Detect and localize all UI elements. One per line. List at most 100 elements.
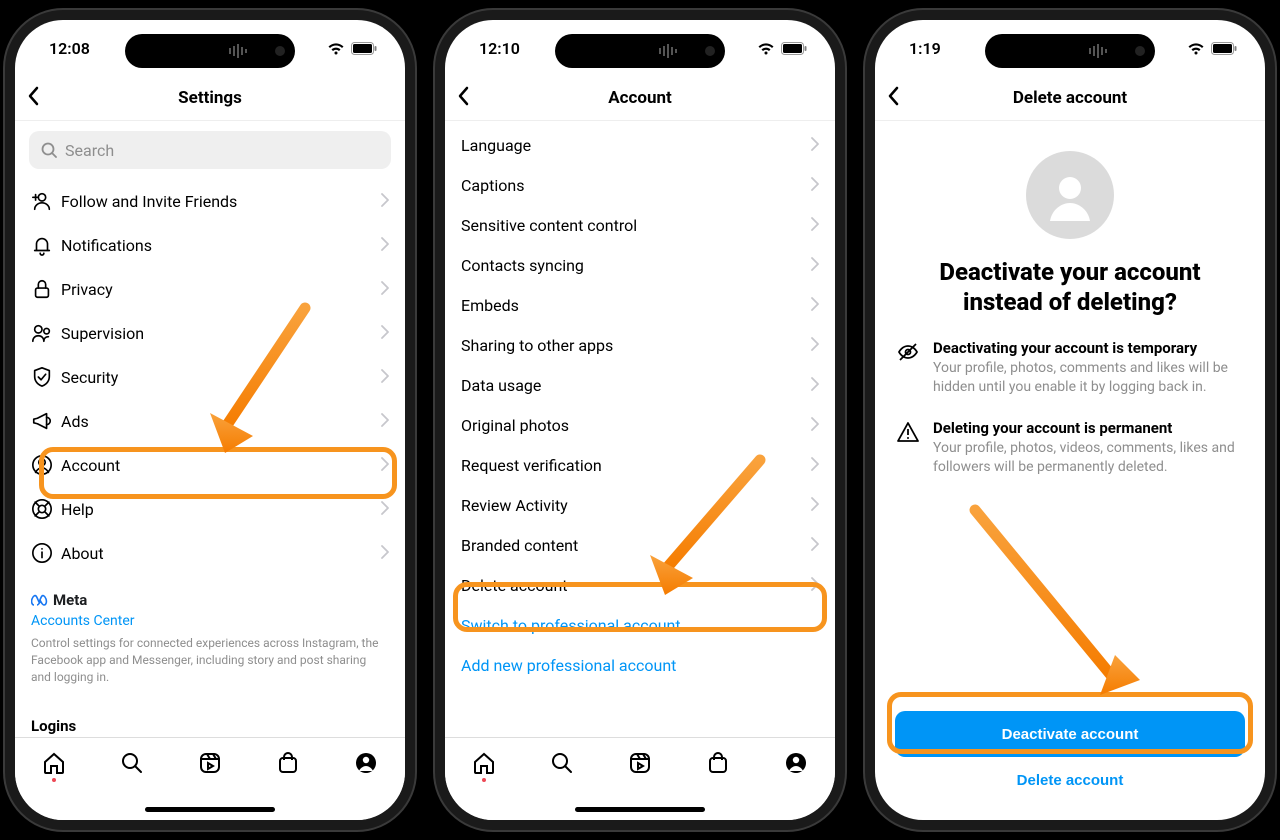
chevron-right-icon: [811, 455, 819, 476]
meta-description: Control settings for connected experienc…: [31, 635, 389, 685]
dynamic-island: [555, 34, 725, 68]
page-title: Delete account: [1013, 88, 1127, 108]
tab-reels[interactable]: [627, 750, 653, 776]
account-row-delete-account[interactable]: Delete account: [445, 565, 835, 605]
tab-home[interactable]: [471, 750, 497, 776]
tab-reels[interactable]: [197, 750, 223, 776]
settings-row-privacy[interactable]: Privacy: [15, 267, 405, 311]
settings-row-security[interactable]: Security: [15, 355, 405, 399]
account-row-original-photos[interactable]: Original photos: [445, 405, 835, 445]
info-permanent: Deleting your account is permanent Your …: [897, 419, 1243, 477]
back-button[interactable]: [27, 85, 39, 111]
shield-icon: [31, 366, 61, 388]
info-icon: [31, 542, 61, 564]
accounts-center-link[interactable]: Accounts Center: [31, 613, 389, 629]
settings-row-about[interactable]: About: [15, 531, 405, 575]
phone-settings: 12:08 Settings Search Follow and Invite …: [15, 20, 405, 820]
clock: 1:19: [909, 39, 941, 58]
nav-header: Delete account: [875, 76, 1265, 121]
tab-search[interactable]: [549, 750, 575, 776]
chevron-right-icon: [381, 455, 389, 476]
back-button[interactable]: [887, 85, 899, 111]
chevron-right-icon: [381, 411, 389, 432]
tab-profile[interactable]: [783, 750, 809, 776]
nav-header: Account: [445, 76, 835, 121]
page-title: Account: [608, 88, 672, 108]
megaphone-icon: [31, 410, 61, 432]
tab-shop[interactable]: [705, 750, 731, 776]
chevron-right-icon: [381, 543, 389, 564]
tab-search[interactable]: [119, 750, 145, 776]
chevron-right-icon: [811, 335, 819, 356]
phone-account: 12:10 Account LanguageCaptionsSensitive …: [445, 20, 835, 820]
switch-professional-link[interactable]: Switch to professional account: [445, 605, 835, 645]
account-row-data-usage[interactable]: Data usage: [445, 365, 835, 405]
home-indicator: [145, 807, 275, 812]
chevron-right-icon: [381, 279, 389, 300]
page-title: Settings: [178, 88, 242, 108]
settings-row-ads[interactable]: Ads: [15, 399, 405, 443]
wifi-icon: [1187, 42, 1205, 55]
account-row-embeds[interactable]: Embeds: [445, 285, 835, 325]
settings-row-follow-and-invite-friends[interactable]: Follow and Invite Friends: [15, 179, 405, 223]
chevron-right-icon: [811, 375, 819, 396]
account-row-language[interactable]: Language: [445, 125, 835, 165]
warning-icon: [897, 421, 919, 477]
chevron-right-icon: [811, 575, 819, 596]
deactivate-button[interactable]: Deactivate account: [895, 711, 1245, 757]
chevron-right-icon: [381, 367, 389, 388]
headline: Deactivate your account instead of delet…: [897, 257, 1243, 317]
chevron-right-icon: [811, 175, 819, 196]
clock: 12:08: [49, 39, 90, 58]
user-plus-icon: [31, 190, 61, 212]
account-row-review-activity[interactable]: Review Activity: [445, 485, 835, 525]
user-circle-icon: [31, 454, 61, 476]
dynamic-island: [985, 34, 1155, 68]
users-icon: [31, 322, 61, 344]
tab-shop[interactable]: [275, 750, 301, 776]
lifebuoy-icon: [31, 498, 61, 520]
wifi-icon: [757, 42, 775, 55]
chevron-right-icon: [811, 255, 819, 276]
account-row-contacts-syncing[interactable]: Contacts syncing: [445, 245, 835, 285]
tab-profile[interactable]: [353, 750, 379, 776]
account-row-request-verification[interactable]: Request verification: [445, 445, 835, 485]
chevron-right-icon: [381, 191, 389, 212]
chevron-right-icon: [811, 295, 819, 316]
settings-row-account[interactable]: Account: [15, 443, 405, 487]
dynamic-island: [125, 34, 295, 68]
account-row-captions[interactable]: Captions: [445, 165, 835, 205]
wifi-icon: [327, 42, 345, 55]
nav-header: Settings: [15, 76, 405, 121]
settings-row-notifications[interactable]: Notifications: [15, 223, 405, 267]
meta-logo: Meta: [31, 591, 389, 609]
eye-off-icon: [897, 341, 919, 397]
battery-icon: [781, 42, 807, 55]
search-placeholder: Search: [65, 141, 114, 160]
account-row-branded-content[interactable]: Branded content: [445, 525, 835, 565]
battery-icon: [351, 42, 377, 55]
account-row-sensitive-content-control[interactable]: Sensitive content control: [445, 205, 835, 245]
account-row-sharing-to-other-apps[interactable]: Sharing to other apps: [445, 325, 835, 365]
chevron-right-icon: [811, 415, 819, 436]
chevron-right-icon: [381, 499, 389, 520]
battery-icon: [1211, 42, 1237, 55]
clock: 12:10: [479, 39, 520, 58]
annotation-arrow: [955, 500, 1155, 720]
search-input[interactable]: Search: [29, 131, 391, 169]
delete-button[interactable]: Delete account: [1011, 771, 1130, 790]
chevron-right-icon: [811, 135, 819, 156]
phone-delete-account: 1:19 Delete account Deactivate your acco…: [875, 20, 1265, 820]
back-button[interactable]: [457, 85, 469, 111]
chevron-right-icon: [811, 535, 819, 556]
settings-row-help[interactable]: Help: [15, 487, 405, 531]
bell-icon: [31, 234, 61, 256]
chevron-right-icon: [381, 323, 389, 344]
settings-row-supervision[interactable]: Supervision: [15, 311, 405, 355]
avatar-placeholder: [1026, 151, 1114, 239]
add-professional-link[interactable]: Add new professional account: [445, 645, 835, 685]
tab-home[interactable]: [41, 750, 67, 776]
chevron-right-icon: [811, 495, 819, 516]
chevron-right-icon: [811, 215, 819, 236]
home-indicator: [575, 807, 705, 812]
